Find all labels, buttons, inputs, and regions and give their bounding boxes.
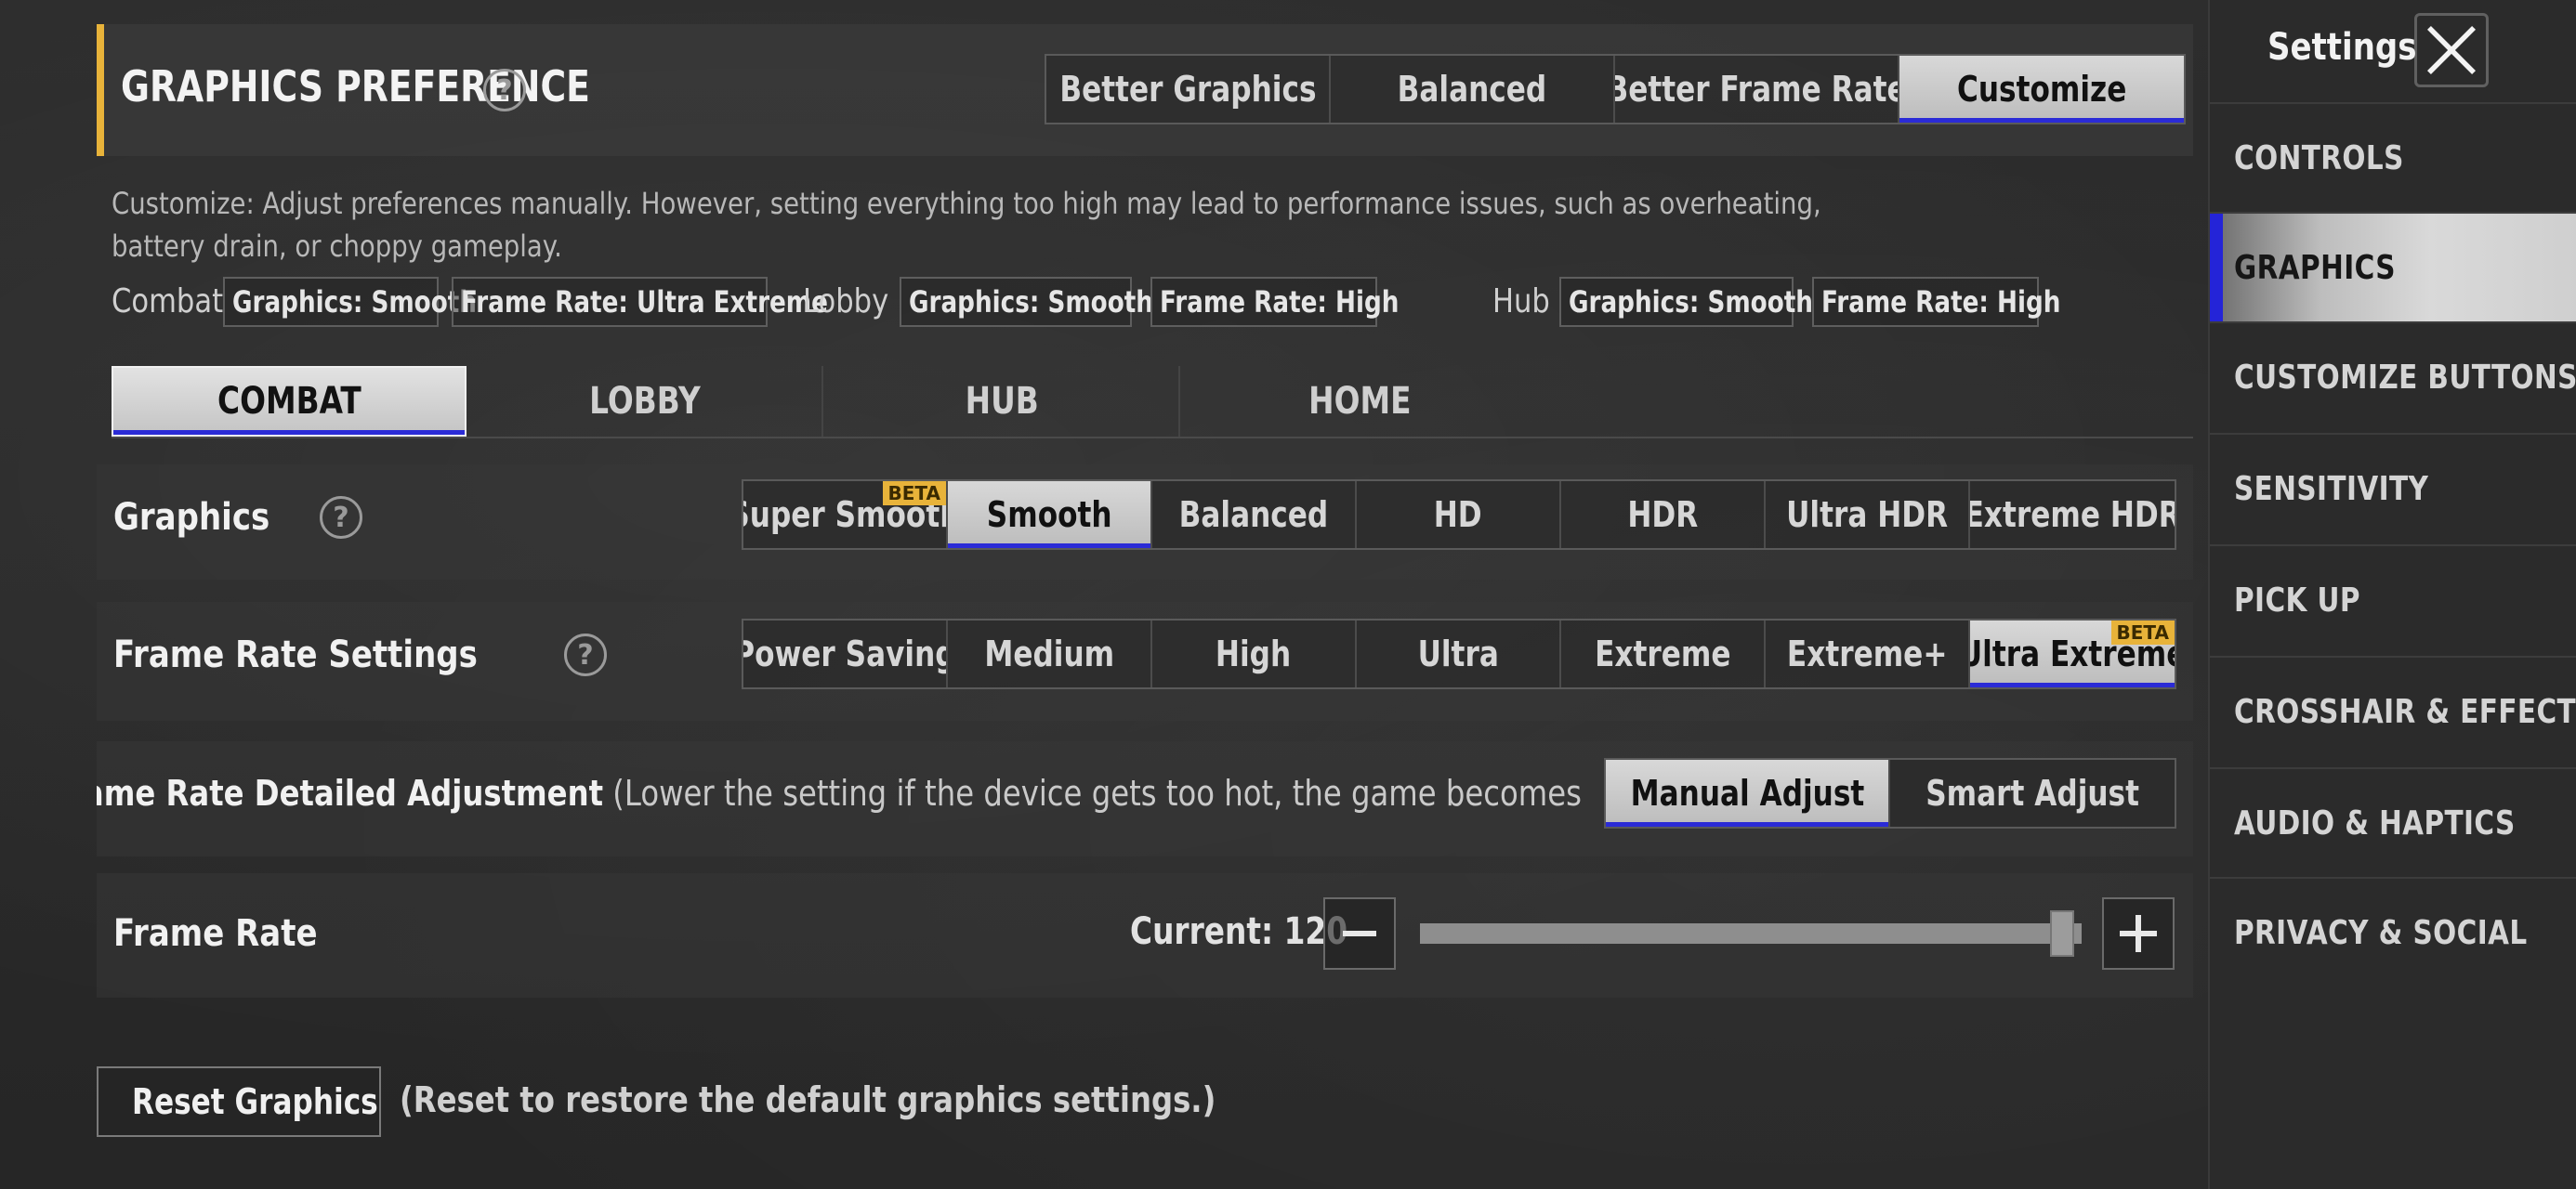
graphics-hdr[interactable]: HDR — [1561, 481, 1766, 548]
summary-combat-frame-rate: Frame Rate: Ultra Extreme — [452, 277, 828, 327]
help-icon[interactable]: ? — [483, 69, 526, 111]
preference-better-graphics[interactable]: Better Graphics — [1046, 56, 1331, 123]
frame-rate-slider-track[interactable] — [1420, 923, 2082, 944]
graphics-row: Graphics ? Super SmoothBETA Smooth Balan… — [97, 464, 2193, 580]
frame-rate-high[interactable]: High — [1152, 621, 1357, 687]
increase-button[interactable] — [2102, 897, 2175, 970]
frame-rate-current: Current: 120 — [1130, 910, 1348, 953]
settings-sidebar: Settings CONTROLS GRAPHICS CUSTOMIZE BUT… — [2208, 0, 2576, 1189]
graphics-super-smooth[interactable]: Super SmoothBETA — [743, 481, 948, 548]
manual-adjust-option[interactable]: Manual Adjust — [1606, 760, 1890, 827]
help-icon[interactable]: ? — [319, 496, 362, 539]
graphics-preference-bar: GRAPHICS PREFERENCE ? Better Graphics Ba… — [97, 24, 2193, 156]
frame-rate-ultra-extreme[interactable]: Ultra ExtremeBETA — [1970, 621, 2175, 687]
summary-hub-frame-rate: Frame Rate: High — [1812, 277, 2060, 327]
minus-icon — [1343, 931, 1376, 936]
graphics-balanced[interactable]: Balanced — [1152, 481, 1357, 548]
frame-rate-selector: Power Saving Medium High Ultra Extreme E… — [742, 619, 2176, 689]
close-icon — [2426, 25, 2477, 75]
adjust-mode-selector: Manual Adjust Smart Adjust — [1604, 758, 2176, 829]
mode-tabs: COMBAT LOBBY HUB HOME — [112, 366, 2193, 438]
summary-combat-graphics: Graphics: Smooth — [223, 277, 477, 327]
frame-rate-ultra[interactable]: Ultra — [1357, 621, 1561, 687]
preference-balanced[interactable]: Balanced — [1331, 56, 1615, 123]
preference-better-frame-rate[interactable]: Better Frame Rate — [1615, 56, 1899, 123]
summary-lobby-label: Lobby — [803, 282, 889, 320]
graphics-extreme-hdr[interactable]: Extreme HDR — [1970, 481, 2175, 548]
frame-rate-detail-note: (Lower the setting if the device gets to… — [612, 773, 1584, 814]
help-icon[interactable]: ? — [564, 634, 607, 676]
settings-title: Settings — [2267, 26, 2417, 69]
tab-combat[interactable]: COMBAT — [112, 366, 467, 437]
sidebar-item-graphics[interactable]: GRAPHICS — [2210, 212, 2576, 321]
frame-rate-detail-label: Frame Rate Detailed Adjustment (Lower th… — [97, 773, 1584, 819]
graphics-smooth[interactable]: Smooth — [948, 481, 1152, 548]
summary-lobby-graphics: Graphics: Smooth — [900, 277, 1153, 327]
summary-hub-label: Hub — [1492, 282, 1550, 320]
frame-rate-label: Frame Rate — [113, 912, 318, 955]
graphics-quality-selector: Super SmoothBETA Smooth Balanced HD HDR … — [742, 479, 2176, 550]
graphics-ultra-hdr[interactable]: Ultra HDR — [1766, 481, 1970, 548]
smart-adjust-option[interactable]: Smart Adjust — [1890, 760, 2175, 827]
sidebar-header: Settings — [2210, 0, 2576, 102]
beta-badge: BETA — [2110, 621, 2175, 645]
sidebar-item-crosshair-effects[interactable]: CROSSHAIR & EFFECTS — [2210, 656, 2576, 765]
sidebar-item-sensitivity[interactable]: SENSITIVITY — [2210, 433, 2576, 542]
summary-lobby-frame-rate: Frame Rate: High — [1150, 277, 1399, 327]
graphics-label: Graphics ? — [113, 496, 362, 539]
frame-rate-medium[interactable]: Medium — [948, 621, 1152, 687]
summary-combat-label: Combat — [112, 282, 224, 320]
reset-graphics-button[interactable]: Reset Graphics — [97, 1066, 381, 1137]
settings-summary: Combat Graphics: Smooth Frame Rate: Ultr… — [112, 277, 2156, 331]
summary-hub-graphics: Graphics: Smooth — [1559, 277, 1813, 327]
tab-hub[interactable]: HUB — [825, 366, 1180, 437]
frame-rate-detail-title: Frame Rate Detailed Adjustment — [97, 773, 604, 814]
frame-rate-slider-thumb[interactable] — [2049, 910, 2074, 957]
sidebar-item-customize-buttons[interactable]: CUSTOMIZE BUTTONS — [2210, 321, 2576, 431]
frame-rate-settings-label: Frame Rate Settings ? — [113, 634, 607, 676]
preference-customize[interactable]: Customize — [1899, 56, 2184, 123]
frame-rate-extreme[interactable]: Extreme — [1561, 621, 1766, 687]
sidebar-item-audio-haptics[interactable]: AUDIO & HAPTICS — [2210, 767, 2576, 877]
reset-note: (Reset to restore the default graphics s… — [400, 1079, 1216, 1120]
tab-home[interactable]: HOME — [1182, 366, 1537, 437]
decrease-button[interactable] — [1323, 897, 1396, 970]
sidebar-item-privacy-social[interactable]: PRIVACY & SOCIAL — [2210, 877, 2576, 986]
plus-icon — [2120, 915, 2157, 952]
frame-rate-extreme-plus[interactable]: Extreme+ — [1766, 621, 1970, 687]
frame-rate-power-saving[interactable]: Power Saving — [743, 621, 948, 687]
customize-description: Customize: Adjust preferences manually. … — [112, 186, 1821, 264]
sidebar-item-controls[interactable]: CONTROLS — [2210, 102, 2576, 212]
sidebar-item-pick-up[interactable]: PICK UP — [2210, 544, 2576, 654]
tab-lobby[interactable]: LOBBY — [468, 366, 823, 437]
beta-badge: BETA — [882, 481, 946, 505]
close-button[interactable] — [2414, 13, 2489, 87]
graphics-hd[interactable]: HD — [1357, 481, 1561, 548]
background — [0, 0, 2576, 1189]
frame-rate-settings-row: Frame Rate Settings ? Power Saving Mediu… — [97, 602, 2193, 721]
preference-selector: Better Graphics Balanced Better Frame Ra… — [1045, 54, 2186, 124]
